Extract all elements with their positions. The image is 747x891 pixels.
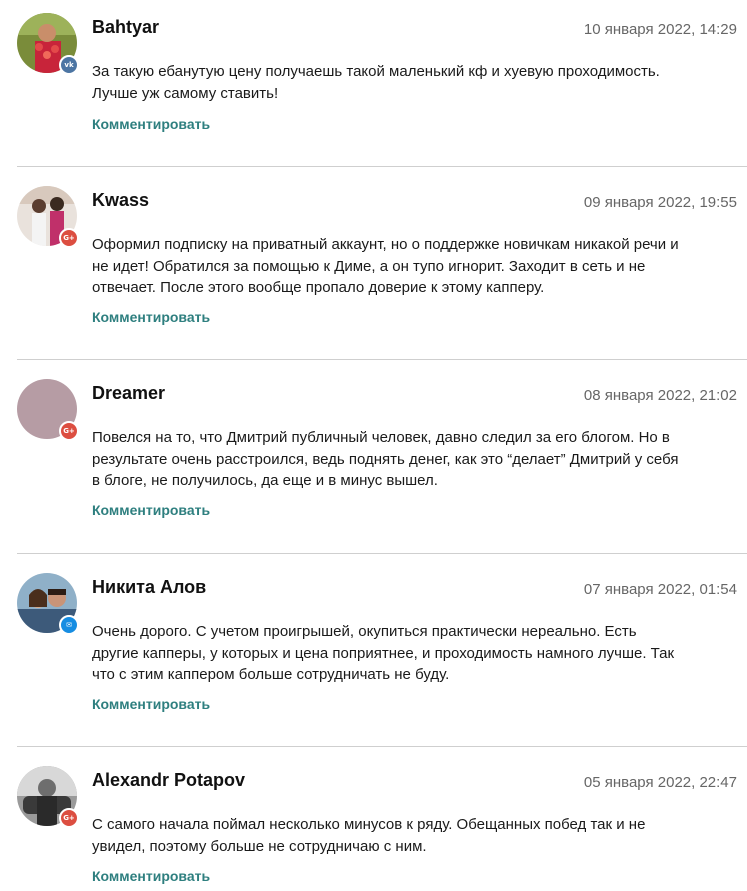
avatar[interactable]: ✉ — [17, 573, 79, 635]
comment-text: Очень дорого. С учетом проигрышей, окупи… — [92, 623, 675, 683]
avatar[interactable]: G+ — [17, 186, 79, 248]
comment-date: 09 января 2022, 19:55 — [583, 194, 737, 211]
google-plus-icon: G+ — [59, 421, 79, 441]
comment-item: vk Bahtyar 10 января 2022, 14:29 За таку… — [0, 13, 747, 153]
comment-item: G+ Dreamer 08 января 2022, 21:02 Повелся… — [0, 379, 747, 539]
comment-author: Kwass — [92, 190, 150, 210]
divider — [17, 359, 747, 360]
comment-item: G+ Kwass 09 января 2022, 19:55 Оформил п… — [0, 186, 747, 346]
comment-author: Bahtyar — [92, 17, 160, 37]
comment-text: Повелся на то, что Дмитрий публичный чел… — [92, 429, 679, 489]
comment-text: Оформил подписку на приватный аккаунт, н… — [92, 236, 679, 296]
divider — [17, 746, 747, 747]
comment-author: Никита Алов — [92, 577, 207, 597]
divider — [17, 553, 747, 554]
comment-date: 08 января 2022, 21:02 — [583, 387, 737, 404]
divider — [17, 166, 747, 167]
comment-reply-link[interactable]: Комментировать — [92, 868, 210, 884]
comment-date: 10 января 2022, 14:29 — [583, 21, 737, 38]
comment-item: G+ Alexandr Potapov 05 января 2022, 22:4… — [0, 766, 747, 891]
mail-icon: ✉ — [59, 615, 79, 635]
google-plus-icon: G+ — [59, 228, 79, 248]
comment-item: ✉ Никита Алов 07 января 2022, 01:54 Очен… — [0, 573, 747, 733]
google-plus-icon: G+ — [59, 808, 79, 828]
comment-text: С самого начала поймал несколько минусов… — [92, 816, 646, 855]
comment-date: 05 января 2022, 22:47 — [583, 774, 737, 791]
comment-reply-link[interactable]: Комментировать — [92, 696, 210, 712]
comment-author: Dreamer — [92, 383, 166, 403]
comment-reply-link[interactable]: Комментировать — [92, 502, 210, 518]
comment-author: Alexandr Potapov — [92, 770, 246, 790]
comment-date: 07 января 2022, 01:54 — [583, 581, 737, 598]
comment-reply-link[interactable]: Комментировать — [92, 116, 210, 132]
vk-icon: vk — [59, 55, 79, 75]
comment-reply-link[interactable]: Комментировать — [92, 309, 210, 325]
avatar[interactable]: G+ — [17, 379, 79, 441]
avatar[interactable]: vk — [17, 13, 79, 75]
comment-text: За такую ебанутую цену получаешь такой м… — [92, 63, 660, 102]
avatar[interactable]: G+ — [17, 766, 79, 828]
